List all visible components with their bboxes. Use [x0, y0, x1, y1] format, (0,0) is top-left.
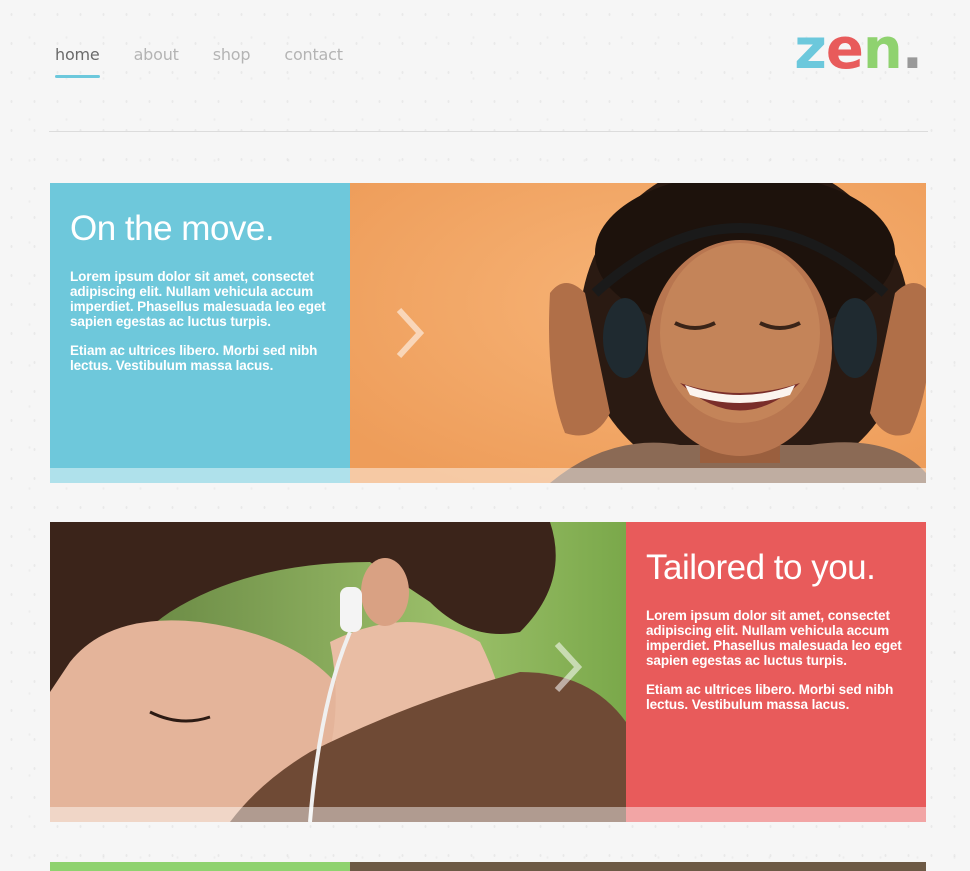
feature-paragraph: Lorem ipsum dolor sit amet, consectet ad… [70, 269, 326, 329]
zen-logo[interactable]: zen. [794, 22, 923, 78]
feature-bottom-strip [50, 807, 926, 822]
feature-text-panel [50, 862, 350, 871]
feature-paragraph: Etiam ac ultrices libero. Morbi sed nibh… [646, 682, 894, 712]
logo-letter-z: z [794, 17, 827, 82]
chevron-right-icon[interactable] [394, 306, 424, 360]
logo-letter-n: n [862, 17, 903, 82]
feature-paragraph: Etiam ac ultrices libero. Morbi sed nibh… [70, 343, 318, 373]
logo-letter-e: e [825, 17, 864, 82]
woman-with-headphones-photo [350, 183, 926, 483]
feature-text-panel: Tailored to you. Lorem ipsum dolor sit a… [626, 522, 926, 822]
nav-home[interactable]: home [55, 45, 100, 78]
feature-title: Tailored to you. [646, 548, 876, 587]
feature-third-partial [50, 862, 926, 871]
nav-contact[interactable]: contact [284, 45, 343, 72]
feature-photo [350, 862, 926, 871]
woman-with-earbuds-photo [50, 522, 626, 822]
logo-dot: . [901, 17, 923, 82]
nav-about[interactable]: about [134, 45, 179, 72]
feature-tailored-to-you: Tailored to you. Lorem ipsum dolor sit a… [50, 522, 926, 822]
feature-text-panel: On the move. Lorem ipsum dolor sit amet,… [50, 183, 350, 483]
header-divider [49, 131, 928, 132]
feature-on-the-move: On the move. Lorem ipsum dolor sit amet,… [50, 183, 926, 483]
feature-title: On the move. [70, 209, 275, 248]
feature-paragraph: Lorem ipsum dolor sit amet, consectet ad… [646, 608, 902, 668]
nav-shop[interactable]: shop [213, 45, 251, 72]
main-nav: home about shop contact [55, 45, 343, 78]
chevron-right-icon[interactable] [552, 640, 582, 694]
feature-bottom-strip [50, 468, 926, 483]
